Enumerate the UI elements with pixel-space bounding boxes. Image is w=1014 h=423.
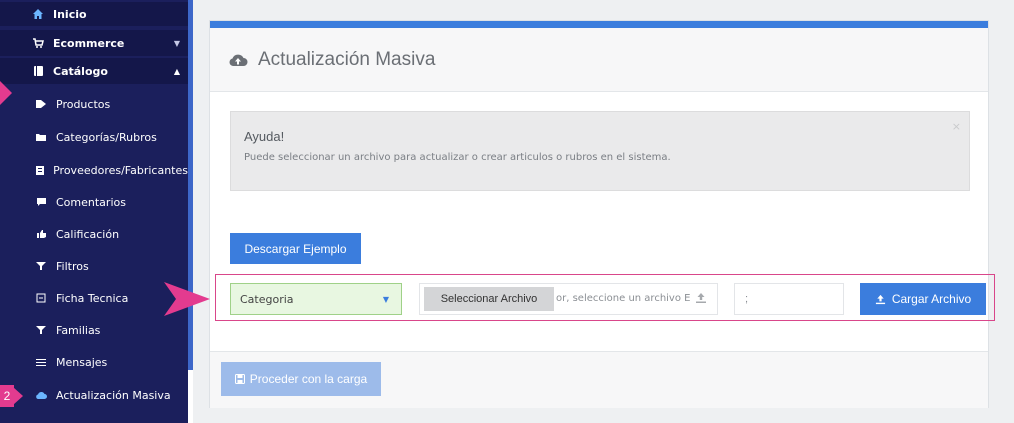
sidebar-item-label: Familias [56, 323, 101, 337]
upload-row: Categoria ▼ Seleccionar Archivo or, sele… [215, 274, 995, 321]
sidebar-item-categorias[interactable]: Categorías/Rubros [0, 125, 188, 149]
cloud-upload-icon [228, 52, 248, 68]
proceed-upload-label: Proceder con la carga [249, 372, 368, 386]
cloud-upload-icon [34, 388, 48, 402]
pointer-arrow-icon [164, 282, 210, 316]
book-icon [31, 64, 45, 78]
type-select-value: Categoria [240, 292, 294, 306]
help-text: Puede seleccionar un archivo para actual… [244, 152, 671, 163]
sidebar: Inicio Ecommerce ▼ Catálogo ▲ Productos … [0, 0, 188, 423]
sidebar-item-actualizacion-masiva[interactable]: Actualización Masiva [0, 383, 188, 407]
sidebar-item-label: Filtros [56, 259, 89, 273]
file-input-placeholder: or, seleccione un archivo E [556, 293, 691, 304]
file-input[interactable]: Seleccionar Archivo or, seleccione un ar… [419, 283, 718, 315]
sidebar-item-familias[interactable]: Familias [0, 318, 188, 342]
card-accent-bar [210, 21, 988, 28]
sidebar-item-label: Ficha Tecnica [56, 291, 129, 305]
upload-file-button[interactable]: Cargar Archivo [860, 283, 986, 315]
sidebar-item-label: Productos [56, 97, 111, 111]
help-alert: Ayuda! Puede seleccionar un archivo para… [230, 111, 970, 191]
card-footer: Proceder con la carga [210, 351, 988, 408]
separator-value: ; [745, 293, 749, 305]
save-icon [234, 374, 245, 384]
upload-file-label: Cargar Archivo [891, 292, 972, 306]
sidebar-item-label: Categorías/Rubros [56, 130, 157, 144]
list-box-icon [34, 291, 48, 305]
sidebar-item-inicio[interactable]: Inicio [0, 2, 188, 26]
thumbs-up-icon [34, 227, 48, 241]
filter-icon [34, 259, 48, 273]
proceed-upload-button[interactable]: Proceder con la carga [221, 362, 381, 396]
sidebar-item-proveedores[interactable]: Proveedores/Fabricantes [0, 158, 188, 182]
sidebar-item-label: Inicio [53, 7, 87, 21]
tags-icon [34, 97, 48, 111]
menu-lines-icon [34, 355, 48, 369]
filter-icon [34, 323, 48, 337]
pointer-arrow-icon [13, 387, 23, 405]
download-example-button[interactable]: Descargar Ejemplo [230, 233, 361, 264]
sidebar-item-ecommerce[interactable]: Ecommerce ▼ [0, 30, 188, 56]
page-title: Actualización Masiva [258, 48, 436, 70]
sidebar-item-label: Comentarios [56, 195, 126, 209]
building-icon [34, 163, 45, 177]
cart-icon [31, 36, 45, 50]
upload-icon [875, 294, 886, 305]
close-icon[interactable]: × [952, 120, 961, 133]
sidebar-item-filtros[interactable]: Filtros [0, 254, 188, 278]
sidebar-item-label: Actualización Masiva [56, 388, 171, 402]
step-badge: 2 [0, 385, 14, 407]
card-header: Actualización Masiva [210, 28, 988, 92]
upload-icon [696, 293, 706, 303]
sidebar-item-label: Catálogo [53, 64, 108, 78]
sidebar-item-label: Ecommerce [53, 36, 125, 50]
select-file-button[interactable]: Seleccionar Archivo [424, 287, 554, 311]
sidebar-item-calificacion[interactable]: Calificación [0, 222, 188, 246]
home-icon [31, 7, 45, 21]
separator-input[interactable]: ; [734, 283, 844, 315]
chevron-up-icon: ▲ [173, 66, 180, 76]
comment-icon [34, 195, 48, 209]
sidebar-item-catalogo[interactable]: Catálogo ▲ [0, 58, 188, 84]
sidebar-item-label: Mensajes [56, 355, 108, 369]
chevron-down-icon: ▼ [173, 38, 180, 48]
sidebar-item-ficha-tecnica[interactable]: Ficha Tecnica [0, 286, 188, 310]
sidebar-item-productos[interactable]: Productos [0, 92, 188, 116]
sidebar-item-label: Calificación [56, 227, 120, 241]
help-title: Ayuda! [244, 129, 285, 144]
pointer-arrow-icon [0, 81, 12, 105]
sidebar-item-label: Proveedores/Fabricantes [53, 163, 188, 177]
chevron-down-icon: ▼ [382, 295, 389, 304]
folder-icon [34, 130, 48, 144]
sidebar-item-comentarios[interactable]: Comentarios [0, 190, 188, 214]
mass-update-card: Actualización Masiva Ayuda! Puede selecc… [209, 20, 995, 408]
type-select[interactable]: Categoria ▼ [230, 283, 402, 315]
sidebar-item-mensajes[interactable]: Mensajes [0, 350, 188, 374]
